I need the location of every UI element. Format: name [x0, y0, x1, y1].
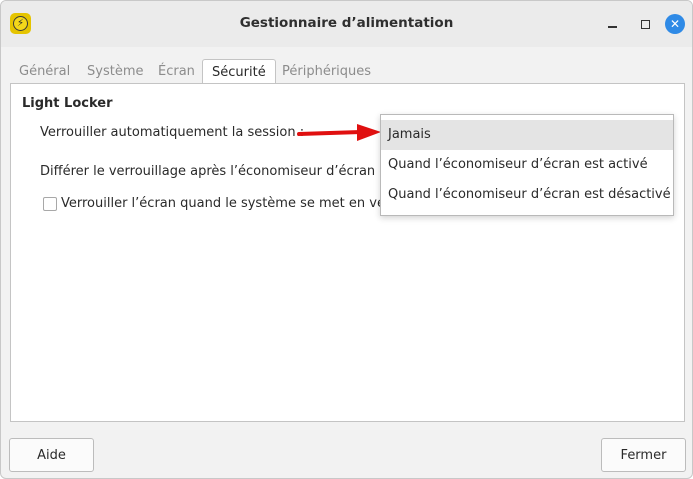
sleep-lock-checkbox[interactable]: [43, 196, 57, 211]
dropdown-option-screensaver-deactivated[interactable]: Quand l’économiseur d’écran est désactiv…: [381, 180, 673, 210]
auto-lock-dropdown-menu[interactable]: Jamais Quand l’économiseur d’écran est a…: [380, 114, 674, 216]
titlebar[interactable]: ⚡ Gestionnaire d’alimentation ✕: [1, 1, 692, 47]
close-button[interactable]: Fermer: [601, 438, 686, 472]
dropdown-option-never[interactable]: Jamais: [381, 120, 673, 150]
tab-general[interactable]: Général: [10, 59, 79, 84]
power-manager-window: ⚡ Gestionnaire d’alimentation ✕ Général …: [0, 0, 693, 479]
maximize-button[interactable]: [635, 14, 655, 34]
tab-devices[interactable]: Périphériques: [273, 59, 380, 84]
close-window-button[interactable]: ✕: [665, 14, 685, 34]
lock-delay-label: Différer le verrouillage après l’économi…: [40, 164, 396, 179]
help-button[interactable]: Aide: [9, 438, 94, 472]
window-title: Gestionnaire d’alimentation: [239, 15, 454, 31]
tab-display[interactable]: Écran: [149, 59, 204, 84]
close-icon: ✕: [669, 17, 681, 31]
auto-lock-label: Verrouiller automatiquement la session :: [40, 125, 305, 140]
minimize-button[interactable]: [602, 14, 622, 34]
section-title: Light Locker: [22, 96, 113, 111]
maximize-icon: [640, 19, 650, 29]
tab-security[interactable]: Sécurité: [202, 59, 276, 85]
dropdown-option-screensaver-activated[interactable]: Quand l’économiseur d’écran est activé: [381, 150, 673, 180]
sleep-lock-label: Verrouiller l’écran quand le système se …: [61, 196, 404, 211]
tab-system[interactable]: Système: [78, 59, 152, 84]
sleep-lock-option[interactable]: Verrouiller l’écran quand le système se …: [43, 196, 404, 211]
annotation-arrow: [297, 124, 381, 141]
minimize-icon: [607, 26, 617, 28]
